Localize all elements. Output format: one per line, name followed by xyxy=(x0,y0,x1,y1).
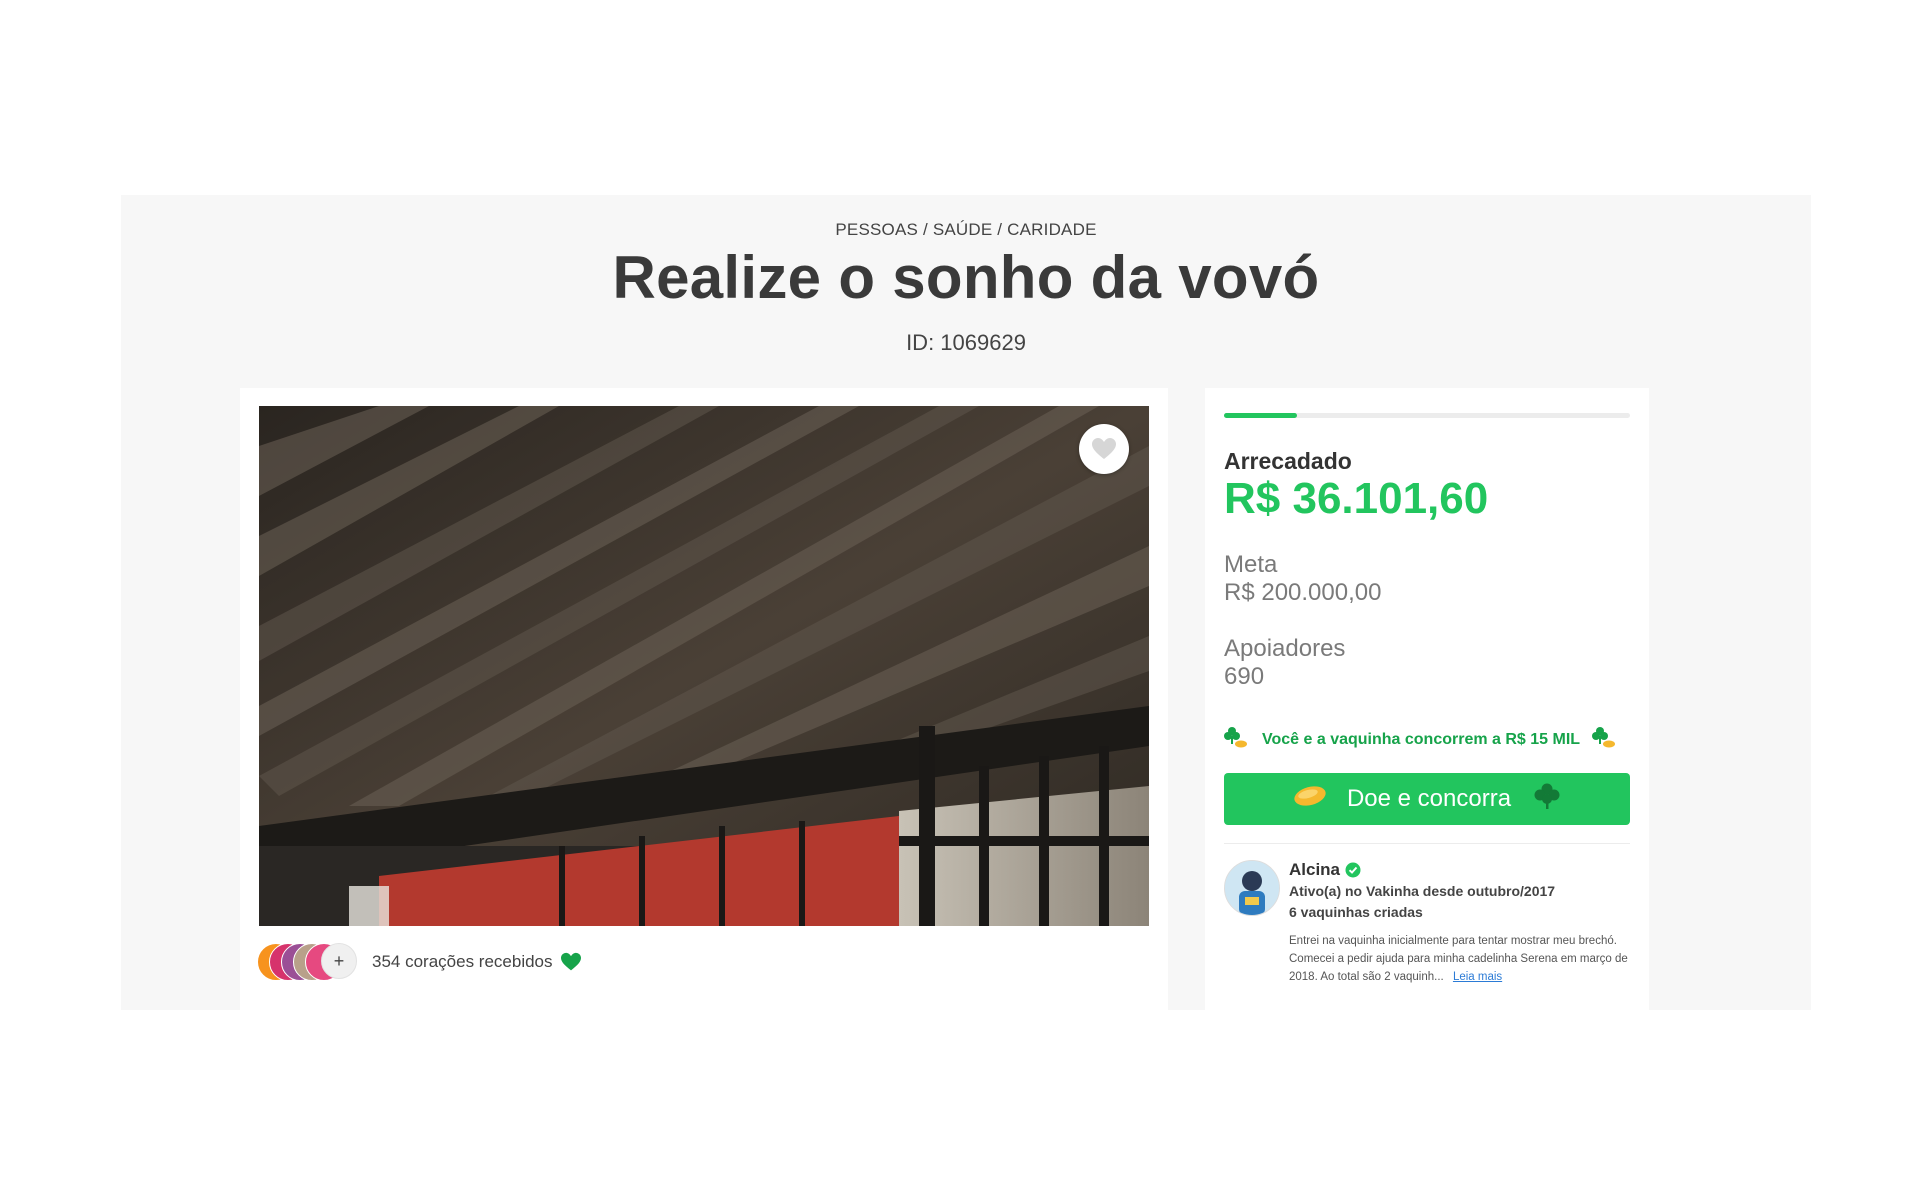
organizer-info: Alcina Ativo(a) no Vakinha desde outubro… xyxy=(1289,860,1634,986)
progress-bar xyxy=(1224,413,1630,418)
hearts-row: + 354 corações recebidos xyxy=(257,942,582,982)
supporters-value: 690 xyxy=(1224,663,1265,690)
more-supporters-button[interactable]: + xyxy=(321,943,357,979)
clover-icon xyxy=(1533,782,1561,817)
donate-label: Doe e concorra xyxy=(1346,785,1512,812)
roof-photo-illustration xyxy=(259,406,1149,926)
promo-text: Você e a vaquinha concorrem a R$ 15 MIL xyxy=(1262,730,1581,748)
donation-card: Arrecadado R$ 36.101,60 Meta R$ 200.000,… xyxy=(1205,388,1649,1010)
page-title: Realize o sonho da vovó xyxy=(612,244,1320,311)
clover-coin-icon xyxy=(1592,725,1616,754)
organizer-name[interactable]: Alcina xyxy=(1289,860,1340,880)
organizer-bio: Entrei na vaquinha inicialmente para ten… xyxy=(1289,932,1634,986)
goal-label: Meta xyxy=(1224,551,1278,578)
favorite-button[interactable] xyxy=(1079,424,1129,474)
progress-fill xyxy=(1224,413,1298,418)
clover-coin-icon xyxy=(1224,725,1248,754)
organizer-name-row: Alcina xyxy=(1289,860,1634,880)
media-card: + 354 corações recebidos xyxy=(240,388,1168,1010)
green-heart-icon xyxy=(560,952,582,972)
campaign-id: ID: 1069629 xyxy=(906,330,1026,355)
supporter-avatars[interactable]: + xyxy=(257,943,357,981)
read-more-link[interactable]: Leia mais xyxy=(1453,971,1502,983)
heart-outline-icon xyxy=(1091,437,1117,461)
category-breadcrumb[interactable]: PESSOAS / SAÚDE / CARIDADE xyxy=(121,220,1811,240)
divider xyxy=(1224,843,1630,844)
verified-check-icon xyxy=(1345,862,1361,878)
hearts-count: 354 corações recebidos xyxy=(372,952,553,971)
organizer-campaigns-count: 6 vaquinhas criadas xyxy=(1289,904,1423,920)
supporters-label: Apoiadores xyxy=(1224,635,1346,662)
raised-label: Arrecadado xyxy=(1224,448,1352,474)
promo-banner: Você e a vaquinha concorrem a R$ 15 MIL xyxy=(1224,725,1630,754)
goal-value: R$ 200.000,00 xyxy=(1224,579,1382,606)
campaign-section: PESSOAS / SAÚDE / CARIDADE Realize o son… xyxy=(121,195,1811,1010)
raised-amount: R$ 36.101,60 xyxy=(1224,474,1489,523)
campaign-photo[interactable] xyxy=(259,406,1149,926)
avatar[interactable] xyxy=(1224,860,1280,916)
donate-button[interactable]: Doe e concorra xyxy=(1224,773,1630,825)
coin-icon xyxy=(1293,785,1327,814)
organizer-active-since: Ativo(a) no Vakinha desde outubro/2017 xyxy=(1289,883,1556,899)
